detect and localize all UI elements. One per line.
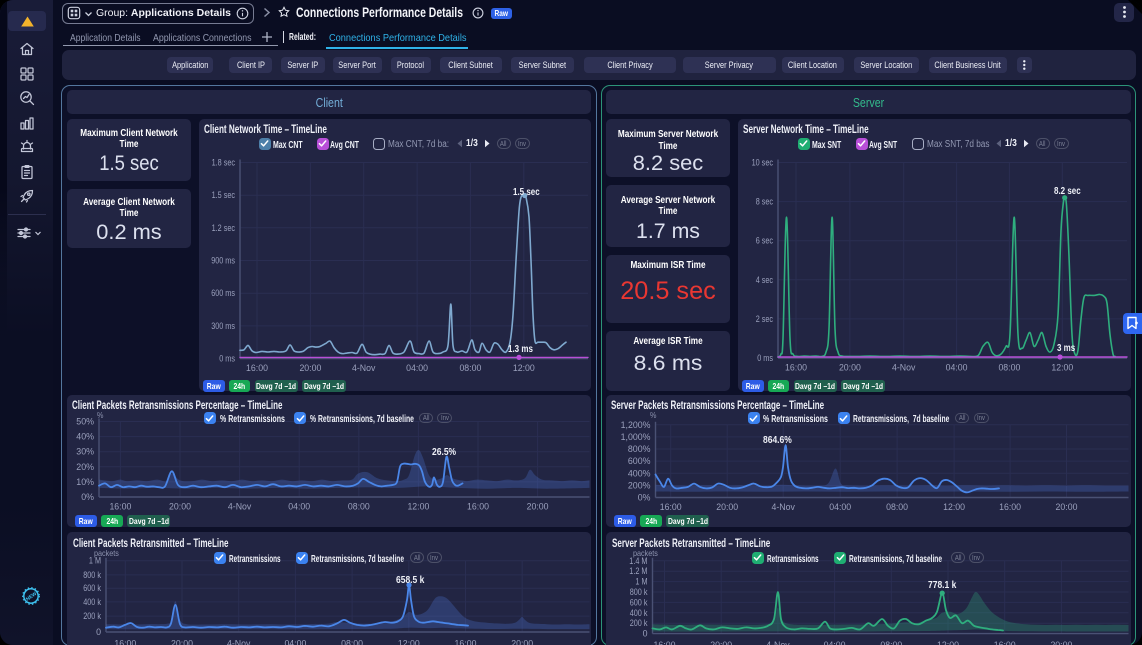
svg-text:20:00: 20:00	[1050, 640, 1072, 645]
svg-text:16:00: 16:00	[246, 363, 268, 374]
svg-text:16:00: 16:00	[653, 640, 675, 645]
svg-text:04:00: 04:00	[284, 639, 306, 645]
svg-text:800%: 800%	[627, 444, 650, 454]
svg-text:1 M: 1 M	[635, 577, 647, 587]
svg-text:1.2 M: 1.2 M	[629, 566, 647, 576]
svg-text:1.2 sec: 1.2 sec	[212, 222, 236, 232]
svg-text:08:00: 08:00	[998, 362, 1020, 373]
svg-text:0%: 0%	[81, 492, 94, 502]
svg-text:1.5 sec: 1.5 sec	[212, 190, 236, 200]
svg-text:16:00: 16:00	[114, 639, 136, 645]
svg-text:16:00: 16:00	[999, 502, 1021, 513]
svg-text:16:00: 16:00	[467, 501, 489, 512]
svg-text:08:00: 08:00	[880, 640, 902, 645]
svg-text:20%: 20%	[76, 461, 94, 471]
svg-text:200 k: 200 k	[83, 611, 101, 621]
svg-text:12:00: 12:00	[397, 639, 419, 645]
svg-text:20:00: 20:00	[169, 501, 191, 512]
svg-text:04:00: 04:00	[829, 502, 851, 513]
svg-text:20:00: 20:00	[1055, 502, 1077, 513]
svg-text:20:00: 20:00	[710, 640, 732, 645]
svg-text:400 k: 400 k	[629, 608, 647, 618]
svg-text:04:00: 04:00	[288, 501, 310, 512]
svg-text:20:00: 20:00	[299, 363, 321, 374]
svg-text:16:00: 16:00	[109, 501, 131, 512]
svg-text:20:00: 20:00	[171, 639, 193, 645]
svg-text:400 k: 400 k	[83, 597, 101, 607]
svg-text:800 k: 800 k	[83, 570, 101, 580]
svg-text:0%: 0%	[637, 492, 650, 502]
svg-text:20:00: 20:00	[511, 639, 533, 645]
svg-text:300 ms: 300 ms	[211, 320, 235, 330]
svg-text:08:00: 08:00	[886, 502, 908, 513]
svg-text:1,200%: 1,200%	[620, 419, 650, 429]
svg-text:10 sec: 10 sec	[752, 157, 774, 167]
svg-text:20:00: 20:00	[526, 501, 548, 512]
svg-text:400%: 400%	[627, 468, 650, 478]
svg-text:4-Nov: 4-Nov	[227, 639, 251, 645]
svg-text:0: 0	[642, 629, 647, 639]
svg-text:12:00: 12:00	[513, 363, 535, 374]
svg-text:0 ms: 0 ms	[757, 353, 773, 363]
svg-text:8 sec: 8 sec	[756, 196, 774, 206]
svg-text:4-Nov: 4-Nov	[771, 502, 795, 513]
svg-text:4-Nov: 4-Nov	[227, 501, 251, 512]
svg-text:600 k: 600 k	[629, 597, 647, 607]
svg-text:08:00: 08:00	[341, 639, 363, 645]
svg-text:600%: 600%	[627, 456, 650, 466]
svg-text:800 k: 800 k	[629, 587, 647, 597]
svg-text:04:00: 04:00	[406, 363, 428, 374]
svg-text:4-Nov: 4-Nov	[352, 363, 376, 374]
svg-text:30%: 30%	[76, 446, 94, 456]
svg-text:50%: 50%	[76, 416, 94, 426]
svg-text:600 k: 600 k	[83, 583, 101, 593]
svg-text:16:00: 16:00	[454, 639, 476, 645]
svg-text:4-Nov: 4-Nov	[766, 640, 790, 645]
svg-text:08:00: 08:00	[459, 363, 481, 374]
svg-text:900 ms: 900 ms	[211, 255, 235, 265]
svg-text:600 ms: 600 ms	[211, 288, 235, 298]
svg-text:40%: 40%	[76, 431, 94, 441]
svg-text:1.8 sec: 1.8 sec	[212, 157, 236, 167]
svg-text:12:00: 12:00	[943, 502, 965, 513]
svg-text:200 k: 200 k	[629, 618, 647, 628]
svg-text:16:00: 16:00	[659, 502, 681, 513]
svg-text:0 ms: 0 ms	[219, 353, 235, 363]
svg-text:6 sec: 6 sec	[756, 235, 774, 245]
svg-text:4 sec: 4 sec	[756, 274, 774, 284]
svg-text:200%: 200%	[627, 480, 650, 490]
svg-text:1,000%: 1,000%	[620, 431, 650, 441]
svg-text:4-Nov: 4-Nov	[892, 362, 916, 373]
svg-text:0: 0	[96, 627, 101, 637]
svg-text:08:00: 08:00	[347, 501, 369, 512]
svg-text:20:00: 20:00	[716, 502, 738, 513]
svg-text:12:00: 12:00	[1051, 362, 1073, 373]
svg-text:16:00: 16:00	[785, 362, 807, 373]
svg-text:10%: 10%	[76, 476, 94, 486]
svg-text:12:00: 12:00	[407, 501, 429, 512]
svg-text:04:00: 04:00	[823, 640, 845, 645]
svg-text:16:00: 16:00	[993, 640, 1015, 645]
svg-text:04:00: 04:00	[946, 362, 968, 373]
svg-text:12:00: 12:00	[937, 640, 959, 645]
svg-text:2 sec: 2 sec	[756, 313, 774, 323]
svg-text:20:00: 20:00	[839, 362, 861, 373]
